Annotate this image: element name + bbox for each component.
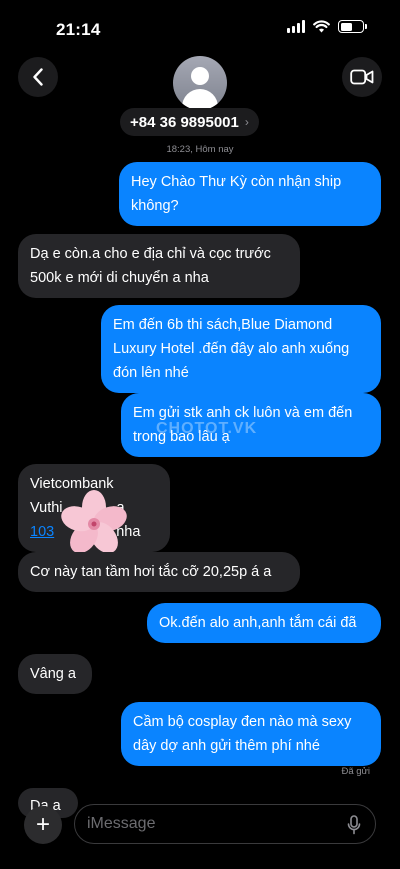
status-bar: 21:14 (0, 0, 400, 54)
contact-name: +84 36 9895001 (130, 113, 239, 131)
message-bubble-sent[interactable]: Ok.đến alo anh,anh tắm cái đã (147, 603, 381, 643)
read-receipt: Đã gửi (341, 766, 370, 777)
status-time: 21:14 (56, 20, 101, 39)
account-number-link[interactable]: 103 (30, 524, 54, 540)
message-input-container[interactable] (74, 804, 376, 844)
watermark-text: CHOTOT.VK (156, 420, 258, 437)
sakura-flower-sticker (61, 490, 127, 554)
add-attachment-button[interactable]: + (24, 806, 62, 844)
message-input[interactable] (75, 805, 335, 843)
account-name-text: Vuthi (30, 500, 63, 516)
message-bubble-sent[interactable]: Em đến 6b thi sách,Blue Diamond Luxury H… (101, 305, 381, 393)
microphone-icon[interactable] (347, 815, 361, 835)
wifi-icon (313, 20, 330, 33)
status-icons (287, 20, 367, 33)
cellular-signal-icon (287, 20, 305, 33)
facetime-video-button[interactable] (342, 57, 382, 97)
plus-icon: + (35, 811, 50, 838)
back-button[interactable] (18, 57, 58, 97)
message-bubble-received[interactable]: Vâng a (18, 654, 92, 694)
message-bubble-sent[interactable]: Hey Chào Thư Kỳ còn nhận ship không? (119, 162, 381, 226)
person-silhouette-icon (191, 67, 209, 85)
chevron-right-icon: › (244, 115, 249, 129)
contact-name-pill[interactable]: +84 36 9895001 › (120, 108, 259, 136)
chevron-left-icon (33, 68, 43, 86)
video-camera-icon (350, 69, 374, 85)
message-input-bar: + (0, 796, 400, 869)
message-bubble-sent[interactable]: Cầm bộ cosplay đen nào mà sexy dây dợ an… (121, 702, 381, 766)
conversation-timestamp: 18:23, Hôm nay (166, 144, 234, 155)
message-bubble-received[interactable]: Dạ e còn.a cho e địa chỉ và cọc trước 50… (18, 234, 300, 298)
message-bubble-received[interactable]: Cơ này tan tầm hơi tắc cỡ 20,25p á a (18, 552, 300, 592)
battery-icon (338, 20, 367, 33)
contact-avatar[interactable] (173, 56, 227, 110)
